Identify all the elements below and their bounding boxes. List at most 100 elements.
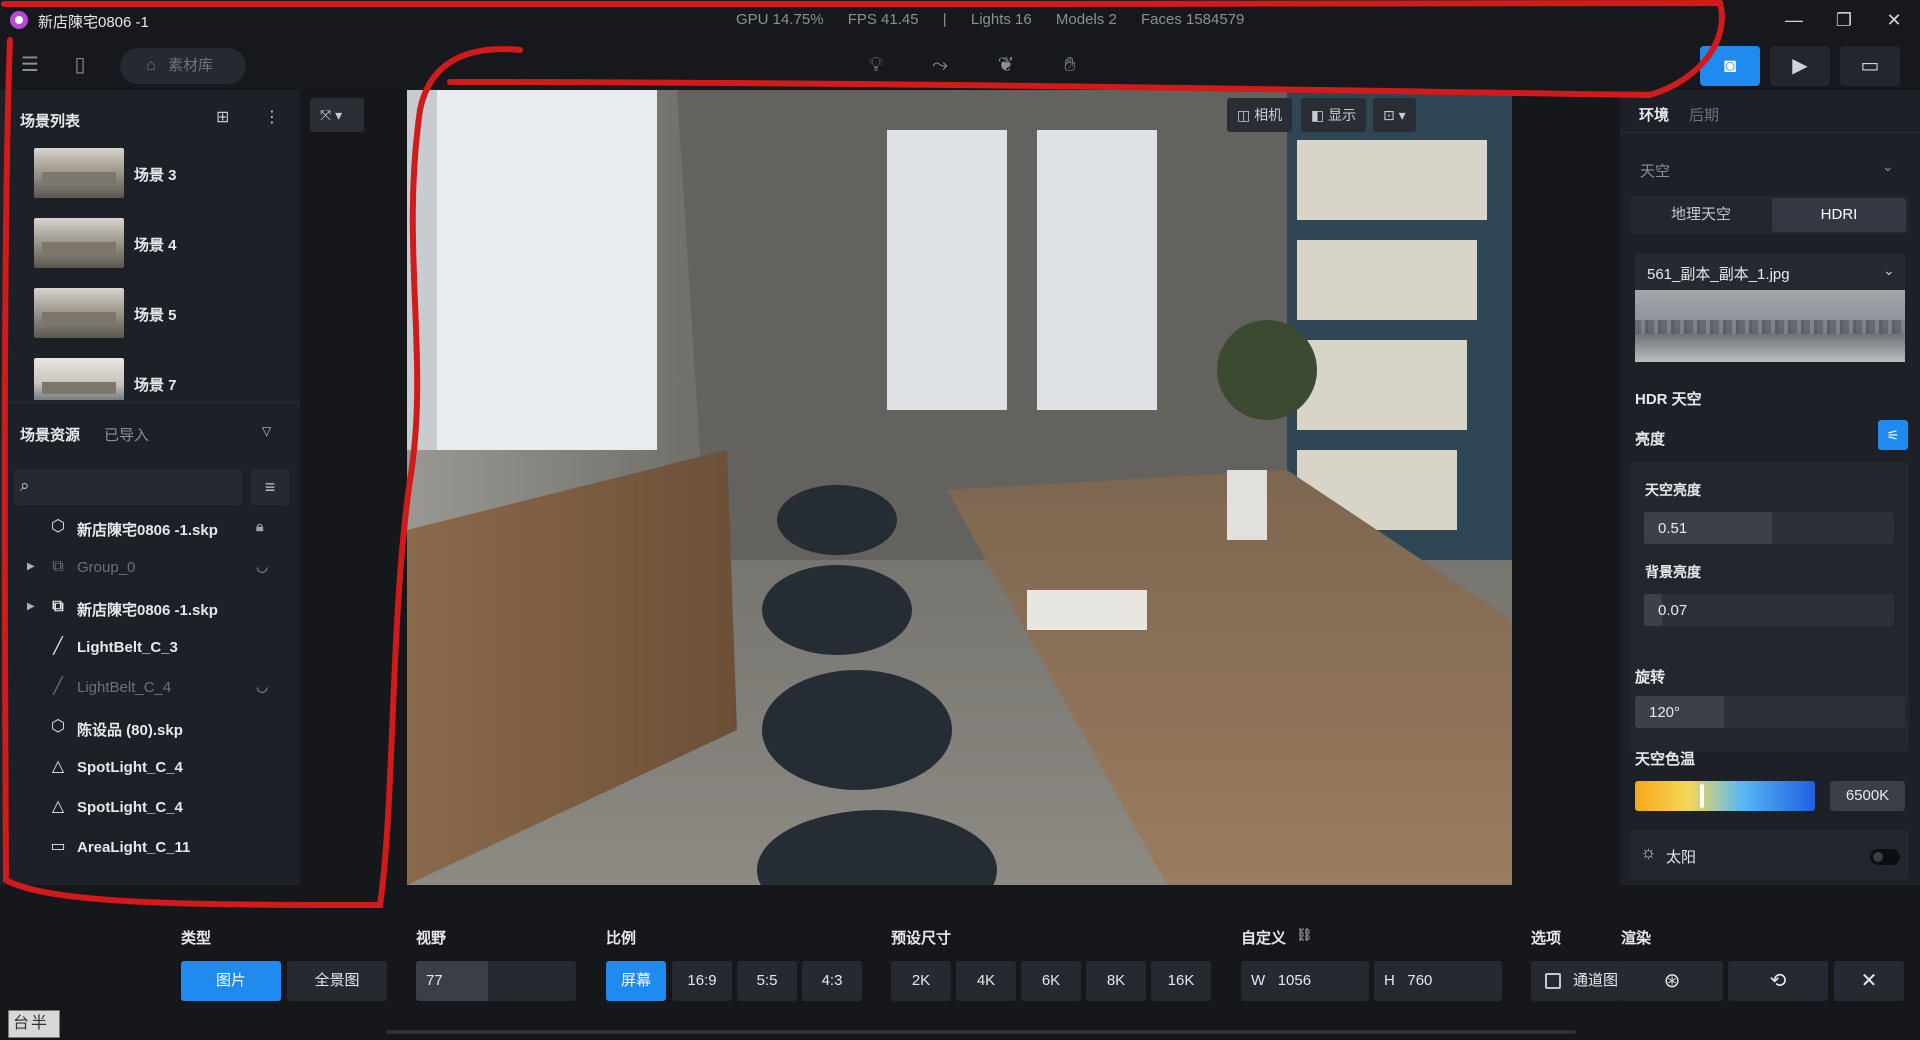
scene-item[interactable]: 场景 4 [34, 218, 284, 270]
scene-item[interactable]: 场景 5 [34, 288, 284, 340]
width-input[interactable]: W 1056 [1241, 961, 1369, 1001]
chevron-down-icon[interactable]: ⌄ [1882, 158, 1894, 175]
material-library-button[interactable]: ⌂ 素材库 [120, 48, 246, 84]
hand-icon[interactable]: ✋︎ [1054, 49, 1086, 81]
horizontal-scrollbar[interactable] [386, 1030, 1576, 1034]
render-settings-button[interactable]: ⊛ [1621, 961, 1723, 1001]
scene-assets-tab[interactable]: 场景资源 [20, 424, 80, 445]
scene-thumbnail [34, 358, 124, 400]
restore-button[interactable]: ❐ [1826, 6, 1862, 34]
preset-6k-button[interactable]: 6K [1021, 961, 1081, 1001]
app-logo-icon [10, 11, 28, 29]
rotation-slider[interactable]: 120° [1635, 696, 1905, 728]
leaf-icon[interactable]: ❦ [990, 49, 1022, 81]
minimize-button[interactable]: — [1776, 6, 1812, 34]
photo-mode-button[interactable]: ◙ [1700, 46, 1760, 86]
tab-post[interactable]: 后期 [1689, 104, 1719, 125]
preset-size-label: 预设尺寸 [891, 930, 952, 947]
adjust-settings-button[interactable]: ⚟ [1878, 420, 1908, 450]
file-icon[interactable]: ▯ [64, 49, 96, 81]
color-temp-slider[interactable] [1635, 781, 1815, 811]
color-temp-handle[interactable] [1699, 784, 1704, 808]
lock-icon[interactable]: 🔒︎ [256, 518, 263, 535]
sky-brightness-slider[interactable]: 0.51 [1644, 512, 1894, 544]
hdri-file-select[interactable]: 561_副本_副本_1.jpg ⌄ [1635, 254, 1905, 290]
sun-toggle[interactable] [1870, 849, 1900, 865]
gpu-stat: GPU 14.75% [736, 11, 824, 28]
rotation-label: 旋转 [1635, 669, 1666, 686]
render-viewport[interactable]: ◫ 相机 ◧ 显示 ⊡ ▾ [407, 90, 1512, 885]
fov-slider[interactable]: 77 [416, 961, 576, 1001]
path-icon[interactable]: ⤳ [924, 49, 956, 81]
add-scene-icon[interactable]: ⊞ [216, 107, 229, 127]
list-view-button[interactable]: ≡ [251, 469, 289, 505]
models-stat: Models 2 [1055, 11, 1117, 28]
hdri-file-name: 561_副本_副本_1.jpg [1647, 266, 1790, 283]
sky-brightness-label: 天空亮度 [1645, 482, 1701, 498]
camera-view-button[interactable]: ◫ 相机 [1227, 98, 1293, 132]
scene-item[interactable]: 场景 3 [34, 148, 284, 200]
sky-brightness-value: 0.51 [1658, 520, 1688, 537]
hdr-sky-title: HDR 天空 [1635, 391, 1702, 408]
camera-icon: ◙ [1723, 55, 1737, 77]
arealight-icon: ▭ [50, 838, 66, 855]
preset-8k-button[interactable]: 8K [1086, 961, 1146, 1001]
hdri-option[interactable]: HDRI [1772, 198, 1906, 232]
close-button[interactable]: ✕ [1876, 6, 1912, 34]
fov-label: 视野 [416, 930, 447, 947]
spotlight-icon: △ [51, 798, 65, 815]
inbox-icon: ▭ [1860, 55, 1880, 77]
tree-item[interactable]: ▶ ⧉ 新店陳宅0806 -1.skp [24, 593, 294, 623]
bg-brightness-slider[interactable]: 0.07 [1644, 594, 1894, 626]
display-button[interactable]: ◧ 显示 [1301, 98, 1367, 132]
color-temp-value[interactable]: 6500K [1830, 781, 1905, 811]
tree-item[interactable]: △ SpotLight_C_4 [24, 753, 294, 783]
rotation-value: 120° [1649, 704, 1681, 721]
expand-arrow-icon[interactable]: ▶ [27, 561, 35, 572]
tree-item[interactable]: ▭ AreaLight_C_11 [24, 833, 294, 863]
render-button[interactable]: ⟲ [1728, 961, 1828, 1001]
more-options-icon[interactable]: ⋮ [264, 107, 280, 127]
ratio-screen-button[interactable]: 屏幕 [606, 961, 666, 1001]
channel-map-option[interactable]: 通道图 [1531, 961, 1621, 1001]
tree-item[interactable]: △ SpotLight_C_4 [24, 793, 294, 823]
lightbulb-icon[interactable]: 💡︎ [860, 49, 892, 81]
type-panorama-button[interactable]: 全景图 [287, 961, 387, 1001]
material-library-label: 素材库 [168, 57, 214, 74]
preset-16k-button[interactable]: 16K [1151, 961, 1211, 1001]
ratio-5-5-button[interactable]: 5:5 [737, 961, 797, 1001]
inbox-button[interactable]: ▭ [1840, 46, 1900, 86]
link-icon[interactable]: ⛓︎ [1296, 927, 1313, 943]
channel-map-label: 通道图 [1573, 972, 1619, 989]
height-input[interactable]: H 760 [1374, 961, 1502, 1001]
collapse-icon[interactable]: ▽ [262, 424, 271, 438]
close-render-button[interactable]: ✕ [1834, 961, 1904, 1001]
tree-item[interactable]: ▶ ⧉ Group_0 ◡ [24, 553, 294, 583]
hidden-eye-icon[interactable]: ◡ [256, 678, 268, 695]
screen-mode-button[interactable]: ⊡ ▾ [1373, 98, 1416, 132]
tree-item[interactable]: ╱ LightBelt_C_4 ◡ [24, 673, 294, 703]
type-image-button[interactable]: 图片 [181, 961, 281, 1001]
checkbox-icon[interactable] [1545, 973, 1561, 990]
scene-item[interactable]: 场景 7 [34, 358, 284, 400]
tab-environment[interactable]: 环境 [1639, 104, 1669, 125]
preset-2k-button[interactable]: 2K [891, 961, 951, 1001]
ratio-label: 比例 [606, 930, 637, 947]
tree-item[interactable]: ╱ LightBelt_C_3 [24, 633, 294, 663]
ratio-16-9-button[interactable]: 16:9 [672, 961, 732, 1001]
geo-sky-option[interactable]: 地理天空 [1634, 198, 1768, 232]
scene-label: 场景 7 [134, 377, 177, 394]
search-input[interactable] [44, 475, 234, 499]
tree-item[interactable]: ⬡ 新店陳宅0806 -1.skp 🔒︎ [24, 513, 294, 543]
video-mode-button[interactable]: ▶ [1770, 46, 1830, 86]
preset-4k-button[interactable]: 4K [956, 961, 1016, 1001]
transform-tool-button[interactable]: ⤧ ▾ [310, 98, 364, 132]
hamburger-menu-icon[interactable]: ☰ [14, 49, 46, 81]
tree-item-label: 陈设品 (80).skp [77, 722, 183, 739]
tree-item[interactable]: ⬡ 陈设品 (80).skp [24, 713, 294, 743]
ratio-4-3-button[interactable]: 4:3 [802, 961, 862, 1001]
expand-arrow-icon[interactable]: ▶ [27, 601, 35, 612]
hidden-eye-icon[interactable]: ◡ [256, 558, 268, 575]
search-box[interactable]: ⌕ [14, 469, 242, 505]
imported-tab[interactable]: 已导入 [104, 424, 149, 445]
